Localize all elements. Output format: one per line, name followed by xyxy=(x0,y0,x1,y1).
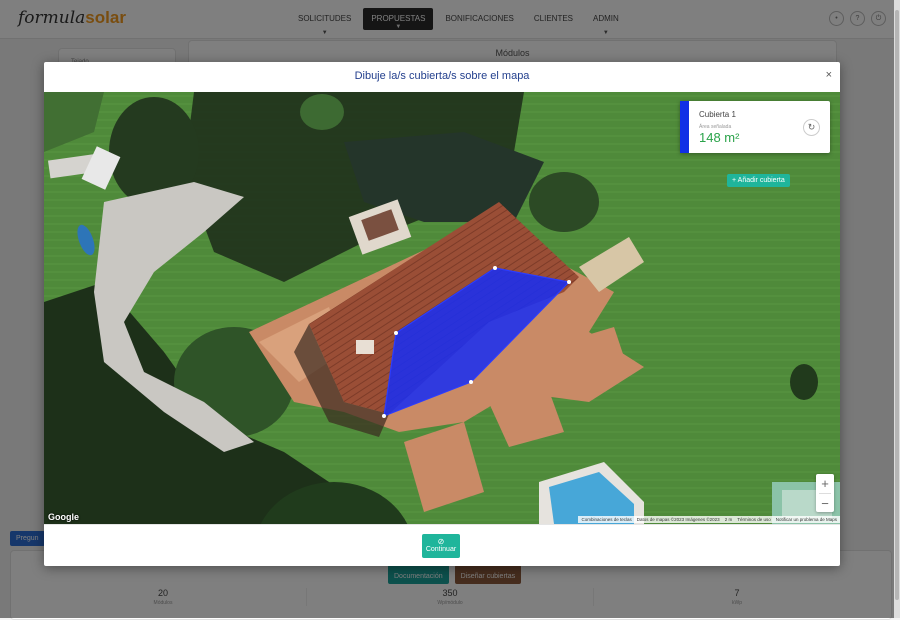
add-roof-button[interactable]: + Añadir cubierta xyxy=(727,174,790,187)
google-logo[interactable]: Google xyxy=(48,512,79,522)
polygon-vertex[interactable] xyxy=(382,414,386,418)
area-value: 148 m² xyxy=(699,130,740,145)
satellite-map[interactable]: Cubierta 1 Área señalada 148 m² ↻ + Añad… xyxy=(44,92,840,524)
roof-name: Cubierta 1 xyxy=(699,110,736,119)
continue-label: Continuar xyxy=(425,546,457,553)
page-scrollbar[interactable] xyxy=(894,0,900,618)
keyboard-shortcuts-link[interactable]: Combinaciones de teclas xyxy=(581,517,631,522)
satellite-imagery[interactable] xyxy=(44,92,840,524)
zoom-control: + − xyxy=(816,474,834,512)
zoom-in-button[interactable]: + xyxy=(816,474,834,493)
scale-text[interactable]: 2 m xyxy=(725,517,733,522)
polygon-vertex[interactable] xyxy=(567,280,571,284)
polygon-vertex[interactable] xyxy=(493,266,497,270)
polygon-vertex[interactable] xyxy=(469,380,473,384)
roof-color-bar xyxy=(680,101,689,153)
refresh-icon[interactable]: ↻ xyxy=(803,119,820,136)
draw-roof-modal: Dibuje la/s cubierta/s sobre el mapa × C… xyxy=(44,62,840,566)
scrollbar-thumb[interactable] xyxy=(895,10,899,600)
zoom-out-button[interactable]: − xyxy=(816,494,834,513)
modal-title: Dibuje la/s cubierta/s sobre el mapa xyxy=(354,70,530,82)
report-problem-link[interactable]: Notificar un problema de Maps xyxy=(776,517,837,522)
modal-footer: ⊘ Continuar xyxy=(44,524,840,567)
check-circle-icon: ⊘ xyxy=(437,537,445,546)
modal-header: Dibuje la/s cubierta/s sobre el mapa × xyxy=(44,62,840,93)
terms-link[interactable]: Términos de uso xyxy=(737,517,771,522)
polygon-vertex[interactable] xyxy=(394,331,398,335)
map-data-text: Datos de mapas ©2023 Imágenes ©2023 xyxy=(636,517,720,522)
continue-button[interactable]: ⊘ Continuar xyxy=(422,534,460,558)
close-icon[interactable]: × xyxy=(826,69,832,81)
roof-info-card[interactable]: Cubierta 1 Área señalada 148 m² ↻ xyxy=(680,101,830,153)
map-attribution: Combinaciones de teclas Datos de mapas ©… xyxy=(578,516,840,523)
